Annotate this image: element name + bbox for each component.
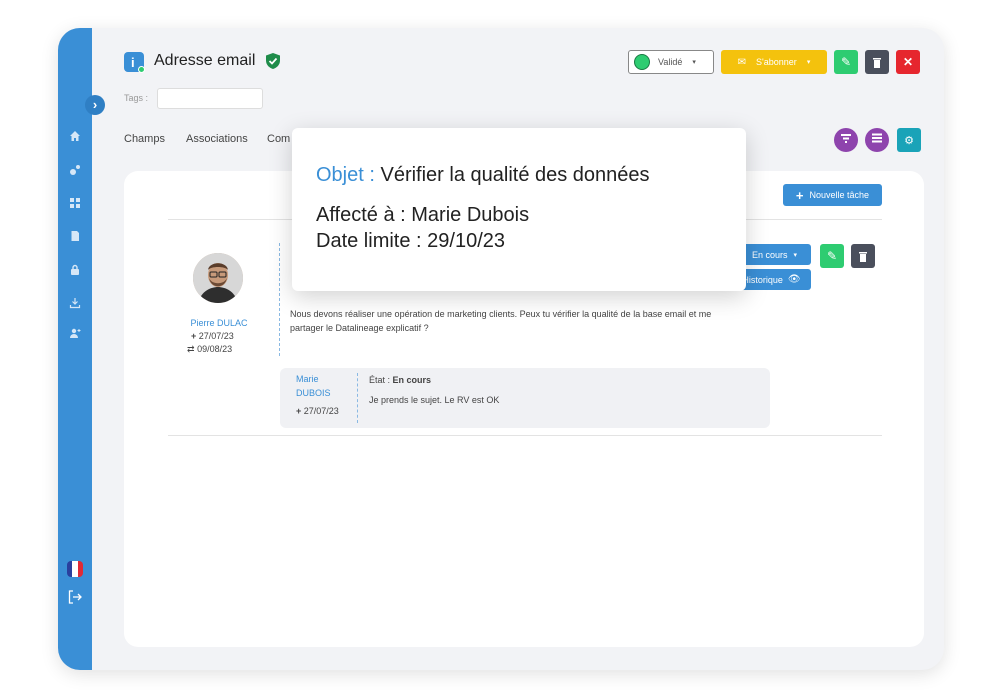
task-tooltip: Objet : Vérifier la qualité des données … bbox=[292, 128, 746, 291]
new-task-label: Nouvelle tâche bbox=[809, 190, 870, 200]
edit-button[interactable]: ✎ bbox=[834, 50, 858, 74]
tooltip-deadline-value: 29/10/23 bbox=[427, 230, 506, 252]
document-icon[interactable] bbox=[68, 230, 82, 244]
status-select-value: Validé bbox=[658, 57, 683, 67]
chevron-down-icon: ▾ bbox=[692, 59, 696, 66]
task-created-row: + 27/07/23 bbox=[191, 331, 234, 341]
plus-icon: + bbox=[191, 331, 197, 341]
dashed-separator bbox=[279, 243, 280, 356]
tooltip-object: Objet : Vérifier la qualité des données bbox=[316, 164, 650, 187]
tab-champs[interactable]: Champs bbox=[124, 133, 165, 145]
status-select[interactable]: Validé ▾ bbox=[628, 50, 714, 74]
reply-state-label: État : bbox=[369, 375, 393, 385]
trash-icon bbox=[859, 251, 867, 262]
task-author[interactable]: Pierre DULAC bbox=[179, 318, 259, 328]
task-updated-row: ⇄ 09/08/23 bbox=[187, 344, 232, 355]
chevron-down-icon: ▾ bbox=[806, 59, 811, 66]
reply-message: Je prends le sujet. Le RV est OK bbox=[369, 395, 500, 405]
task-delete-button[interactable] bbox=[851, 244, 875, 268]
tab-com[interactable]: Com bbox=[267, 133, 290, 145]
tooltip-assigned: Affecté à : Marie Dubois bbox=[316, 204, 529, 227]
home-icon[interactable] bbox=[68, 130, 82, 144]
reply-state-value: En cours bbox=[392, 375, 432, 385]
reply-author-first[interactable]: Marie bbox=[296, 374, 319, 384]
history-label: Historique bbox=[742, 274, 783, 285]
trash-icon bbox=[873, 57, 881, 68]
retweet-icon: ⇄ bbox=[187, 344, 195, 354]
subscribe-button[interactable]: ✉ S'abonner ▾ bbox=[721, 50, 827, 74]
tooltip-object-label: Objet : bbox=[316, 164, 375, 186]
tooltip-assigned-label: Affecté à : bbox=[316, 204, 406, 226]
french-flag-icon[interactable] bbox=[67, 561, 83, 577]
tooltip-assigned-value: Marie Dubois bbox=[411, 204, 530, 226]
page-title: Adresse email bbox=[154, 52, 256, 69]
list-view-button[interactable] bbox=[865, 128, 889, 152]
task-edit-button[interactable]: ✎ bbox=[820, 244, 844, 268]
user-add-icon[interactable] bbox=[68, 327, 82, 341]
share-icon[interactable] bbox=[68, 164, 82, 178]
reply-state: État : En cours bbox=[369, 375, 431, 385]
plus-icon: + bbox=[296, 406, 302, 416]
download-icon[interactable] bbox=[68, 297, 82, 311]
task-status-label: En cours bbox=[751, 249, 788, 260]
tab-associations[interactable]: Associations bbox=[186, 133, 248, 145]
sidebar bbox=[58, 28, 92, 670]
settings-icon: ⚙ bbox=[904, 134, 914, 147]
filter-button[interactable] bbox=[834, 128, 858, 152]
tags-label: Tags : bbox=[124, 93, 149, 103]
grid-icon[interactable] bbox=[68, 197, 82, 211]
lock-icon[interactable] bbox=[68, 264, 82, 278]
list-icon bbox=[872, 133, 882, 143]
shield-check-icon bbox=[264, 52, 282, 70]
reply-date: 27/07/23 bbox=[303, 406, 339, 416]
delete-button[interactable] bbox=[865, 50, 889, 74]
filter-icon bbox=[841, 134, 851, 143]
edit-icon: ✎ bbox=[826, 249, 838, 263]
info-icon: i bbox=[124, 52, 145, 73]
dashed-separator bbox=[357, 373, 358, 423]
tooltip-object-value: Vérifier la qualité des données bbox=[380, 164, 650, 186]
close-button[interactable]: ✕ bbox=[896, 50, 920, 74]
eye-icon: 👁 bbox=[787, 274, 801, 285]
sidebar-toggle-button[interactable]: › bbox=[85, 95, 105, 115]
envelope-icon: ✉ bbox=[737, 56, 747, 68]
close-icon: ✕ bbox=[902, 55, 914, 69]
reply-date-row: + 27/07/23 bbox=[296, 406, 339, 416]
subscribe-label: S'abonner bbox=[756, 57, 797, 67]
reply-author-last[interactable]: DUBOIS bbox=[296, 388, 331, 398]
logout-icon[interactable] bbox=[67, 589, 83, 605]
edit-icon: ✎ bbox=[840, 55, 852, 69]
new-task-button[interactable]: + Nouvelle tâche bbox=[783, 184, 882, 206]
divider bbox=[168, 435, 882, 436]
task-status-dropdown[interactable]: En cours ▾ bbox=[738, 244, 811, 265]
reply-item: Marie DUBOIS + 27/07/23 État : En cours … bbox=[280, 368, 770, 428]
avatar bbox=[193, 253, 243, 303]
tags-input[interactable] bbox=[157, 88, 263, 109]
task-updated-date: 09/08/23 bbox=[197, 344, 233, 354]
plus-icon: + bbox=[795, 187, 804, 203]
task-created-date: 27/07/23 bbox=[198, 331, 234, 341]
chevron-down-icon: ▾ bbox=[793, 251, 798, 259]
task-message: Nous devons réaliser une opération de ma… bbox=[290, 309, 712, 333]
app-window: › i Adresse email Tags : Validé ▾ ✉ S'ab… bbox=[58, 28, 944, 670]
tooltip-deadline-label: Date limite : bbox=[316, 230, 422, 252]
tooltip-deadline: Date limite : 29/10/23 bbox=[316, 230, 505, 253]
settings-button[interactable]: ⚙ bbox=[897, 128, 921, 152]
status-check-icon bbox=[634, 54, 650, 70]
